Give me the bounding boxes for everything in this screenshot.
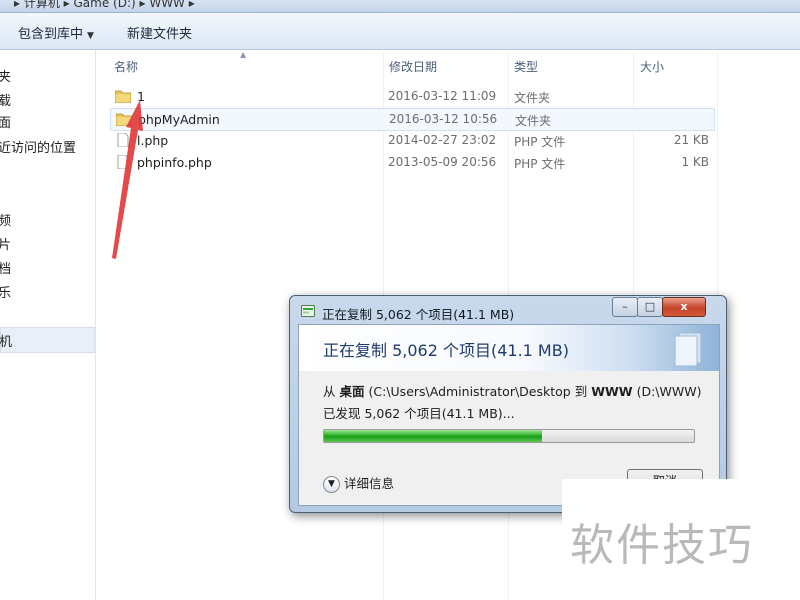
progress-fill bbox=[324, 430, 543, 442]
document-stack-icon bbox=[674, 332, 702, 367]
destination-path: (D:\WWW) bbox=[636, 384, 702, 399]
copy-icon bbox=[301, 305, 315, 317]
copy-progress-bar bbox=[323, 429, 695, 443]
watermark: 软件技巧 bbox=[562, 479, 800, 600]
items-found-text: 已发现 5,062 个项目(41.1 MB)... bbox=[323, 406, 515, 421]
more-details-label: 详细信息 bbox=[344, 476, 395, 491]
source-name[interactable]: 桌面 bbox=[340, 384, 365, 399]
from-label: 从 bbox=[323, 384, 336, 399]
source-path: (C:\Users\Administrator\Desktop bbox=[368, 384, 571, 399]
chevron-down-icon: ▼ bbox=[323, 476, 340, 493]
dialog-title: 正在复制 5,062 个项目(41.1 MB) bbox=[322, 307, 515, 322]
copy-source-line: 从 桌面 (C:\Users\Administrator\Desktop 到 W… bbox=[323, 381, 701, 400]
to-label: 到 bbox=[574, 384, 588, 399]
dialog-header: 正在复制 5,062 个项目(41.1 MB) bbox=[299, 325, 719, 371]
more-details-toggle[interactable]: ▼ 详细信息 bbox=[323, 473, 394, 493]
watermark-text: 软件技巧 bbox=[570, 520, 754, 571]
destination-name[interactable]: WWW bbox=[591, 384, 632, 399]
dialog-heading: 正在复制 5,062 个项目(41.1 MB) bbox=[323, 341, 569, 360]
close-button[interactable]: x bbox=[662, 297, 706, 317]
maximize-button[interactable]: □ bbox=[637, 297, 663, 317]
minimize-button[interactable]: – bbox=[612, 297, 638, 317]
